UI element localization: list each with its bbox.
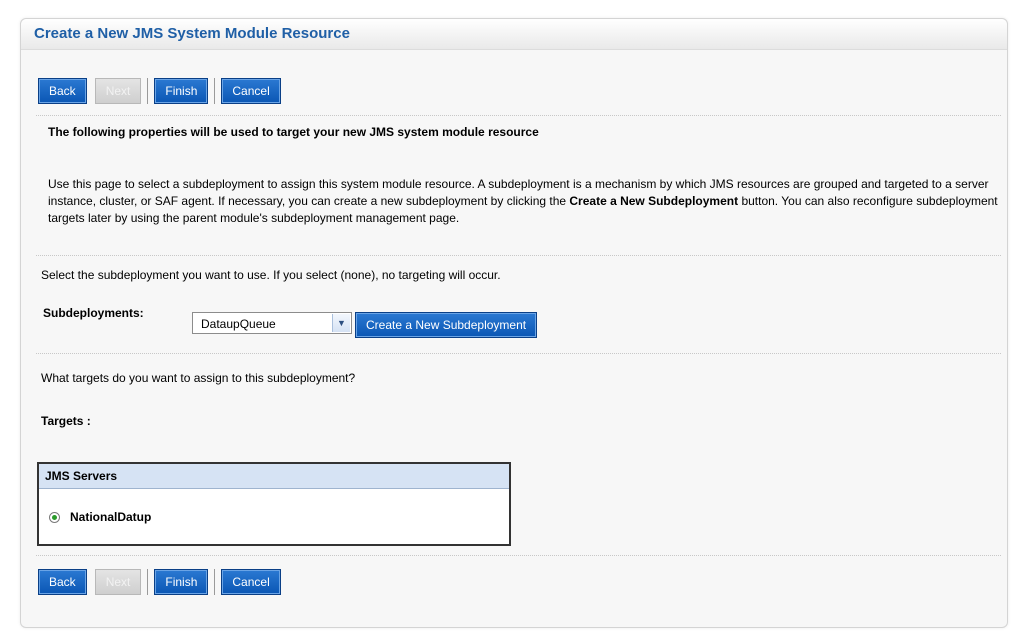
back-button[interactable]: Back: [38, 78, 87, 104]
radio-national-datup[interactable]: [49, 512, 60, 523]
bottom-button-bar: Back Next Finish Cancel: [38, 568, 281, 596]
finish-button[interactable]: Finish: [154, 78, 209, 104]
targets-question: What targets do you want to assign to th…: [41, 371, 356, 385]
cancel-button[interactable]: Cancel: [221, 78, 281, 104]
button-separator: [214, 78, 216, 104]
targets-label: Targets :: [41, 414, 91, 428]
subdeployment-select[interactable]: DataupQueue ▼: [192, 312, 352, 334]
button-separator: [214, 569, 216, 595]
wizard-panel: Create a New JMS System Module Resource …: [20, 18, 1008, 628]
page-title: Create a New JMS System Module Resource: [34, 25, 350, 42]
description-highlight: Create a New Subdeployment: [569, 194, 739, 208]
description-text: Use this page to select a subdeployment …: [48, 176, 998, 227]
subdeployments-label: Subdeployments:: [43, 306, 144, 320]
button-separator: [147, 78, 149, 104]
divider: [36, 555, 1001, 556]
finish-button[interactable]: Finish: [154, 569, 209, 595]
subdeployment-instruction: Select the subdeployment you want to use…: [41, 268, 501, 282]
jms-servers-header: JMS Servers: [39, 464, 509, 489]
jms-servers-table: JMS Servers NationalDatup: [37, 462, 511, 546]
create-subdeployment-button[interactable]: Create a New Subdeployment: [355, 312, 538, 338]
divider: [36, 115, 1001, 116]
chevron-down-icon[interactable]: ▼: [332, 314, 350, 332]
next-button[interactable]: Next: [94, 78, 142, 104]
next-button[interactable]: Next: [94, 569, 142, 595]
radio-selected-dot: [52, 515, 57, 520]
divider: [36, 255, 1001, 256]
intro-heading: The following properties will be used to…: [48, 125, 539, 139]
back-button[interactable]: Back: [38, 569, 87, 595]
server-option-label: NationalDatup: [70, 510, 152, 524]
button-separator: [147, 569, 149, 595]
subdeployment-selected-value: DataupQueue: [201, 317, 276, 331]
cancel-button[interactable]: Cancel: [221, 569, 281, 595]
top-button-bar: Back Next Finish Cancel: [38, 77, 281, 105]
title-bar: Create a New JMS System Module Resource: [21, 19, 1007, 50]
divider: [36, 353, 1001, 354]
